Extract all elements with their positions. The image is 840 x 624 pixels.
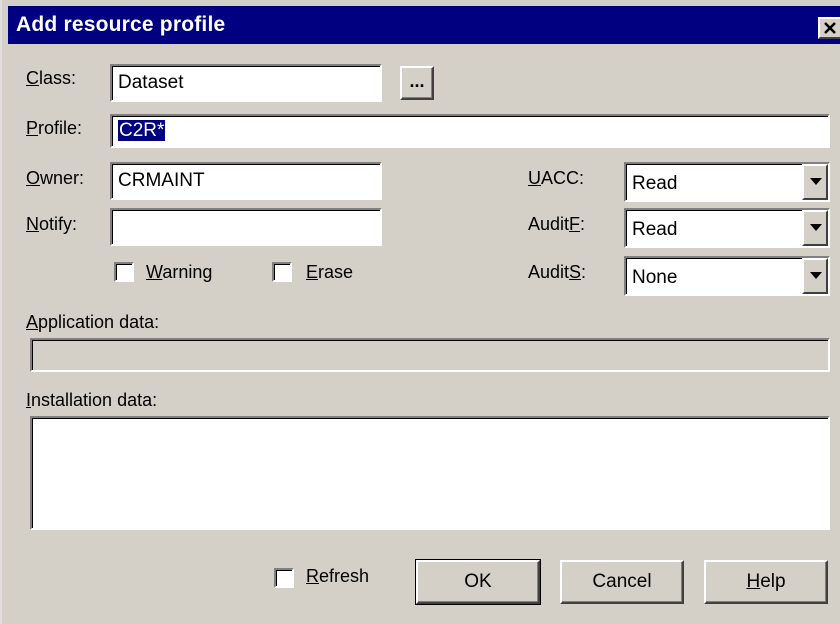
dialog-window: Add resource profile Class: Dataset ... …	[0, 0, 840, 624]
class-value: Dataset	[118, 72, 184, 93]
erase-label[interactable]: Erase	[306, 262, 353, 283]
cancel-label: Cancel	[592, 571, 652, 592]
close-button[interactable]	[818, 17, 840, 39]
help-label: Help	[706, 571, 826, 593]
erase-label-rest: rase	[318, 262, 354, 282]
profile-label-rest: rofile:	[38, 118, 83, 138]
uacc-select[interactable]: Read	[624, 162, 830, 202]
refresh-label[interactable]: Refresh	[306, 566, 369, 587]
refresh-label-mnemonic: R	[306, 566, 319, 586]
chevron-down-icon	[810, 272, 822, 279]
auditf-select[interactable]: Read	[624, 208, 830, 248]
owner-field[interactable]: CRMAINT	[110, 162, 382, 200]
auditf-label-rest: :	[580, 214, 586, 234]
auditf-value: Read	[632, 219, 678, 240]
help-button[interactable]: Help	[704, 560, 828, 604]
profile-value: C2R*	[118, 120, 166, 141]
audits-label-mnemonic: S	[569, 262, 582, 282]
cancel-button[interactable]: Cancel	[560, 560, 684, 604]
audits-label-rest: :	[581, 262, 587, 282]
warning-label-mnemonic: W	[146, 262, 163, 282]
class-field[interactable]: Dataset	[110, 64, 382, 102]
auditf-label: AuditF:	[528, 214, 585, 235]
warning-checkbox[interactable]	[114, 262, 134, 282]
audits-dropdown-button[interactable]	[802, 258, 828, 294]
application-data-label: Application data:	[26, 312, 159, 333]
dialog-title: Add resource profile	[16, 13, 226, 36]
audits-label-pre: Audit	[528, 262, 570, 282]
profile-label-mnemonic: P	[26, 118, 39, 138]
class-label-rest: lass:	[39, 68, 77, 88]
notify-label-rest: otify:	[39, 214, 78, 234]
title-bar[interactable]: Add resource profile	[8, 6, 840, 44]
class-browse-button[interactable]: ...	[400, 66, 434, 100]
help-label-mnemonic: H	[746, 571, 761, 592]
profile-value-wrap: C2R*	[118, 120, 166, 142]
application-data-field	[30, 338, 830, 372]
uacc-value: Read	[632, 173, 678, 194]
warning-label[interactable]: Warning	[146, 262, 212, 283]
browse-label: ...	[409, 71, 425, 91]
erase-label-mnemonic: E	[306, 262, 319, 282]
uacc-dropdown-button[interactable]	[802, 164, 828, 200]
owner-label-mnemonic: O	[26, 168, 41, 188]
close-icon	[824, 22, 836, 34]
installation-data-label-rest: nstallation data:	[31, 390, 158, 410]
owner-value: CRMAINT	[118, 170, 205, 191]
application-data-label-mnemonic: A	[26, 312, 39, 332]
audits-select[interactable]: None	[624, 256, 830, 296]
uacc-label-mnemonic: U	[528, 168, 541, 188]
audits-label: AuditS:	[528, 262, 586, 283]
profile-field[interactable]: C2R*	[110, 114, 830, 148]
application-data-label-rest: pplication data:	[38, 312, 160, 332]
owner-label: Owner:	[26, 168, 84, 189]
ok-label: OK	[464, 571, 492, 592]
chevron-down-icon	[810, 178, 822, 185]
ok-button[interactable]: OK	[415, 559, 541, 605]
profile-label: Profile:	[26, 118, 82, 139]
notify-label-mnemonic: N	[26, 214, 39, 234]
erase-checkbox[interactable]	[272, 262, 292, 282]
notify-label: Notify:	[26, 214, 77, 235]
owner-label-rest: wner:	[40, 168, 85, 188]
refresh-checkbox[interactable]	[274, 568, 294, 588]
uacc-label-rest: ACC:	[541, 168, 585, 188]
installation-data-field[interactable]	[30, 416, 830, 530]
help-label-rest: elp	[760, 571, 786, 592]
class-label-mnemonic: C	[26, 68, 39, 88]
class-label: Class:	[26, 68, 76, 89]
warning-label-rest: arning	[162, 262, 213, 282]
installation-data-label: Installation data:	[26, 390, 157, 411]
uacc-label: UACC:	[528, 168, 584, 189]
notify-field[interactable]	[110, 208, 382, 246]
audits-value: None	[632, 267, 678, 288]
auditf-label-mnemonic: F	[569, 214, 581, 234]
auditf-label-pre: Audit	[528, 214, 570, 234]
refresh-label-rest: efresh	[319, 566, 370, 586]
chevron-down-icon	[810, 224, 822, 231]
auditf-dropdown-button[interactable]	[802, 210, 828, 246]
